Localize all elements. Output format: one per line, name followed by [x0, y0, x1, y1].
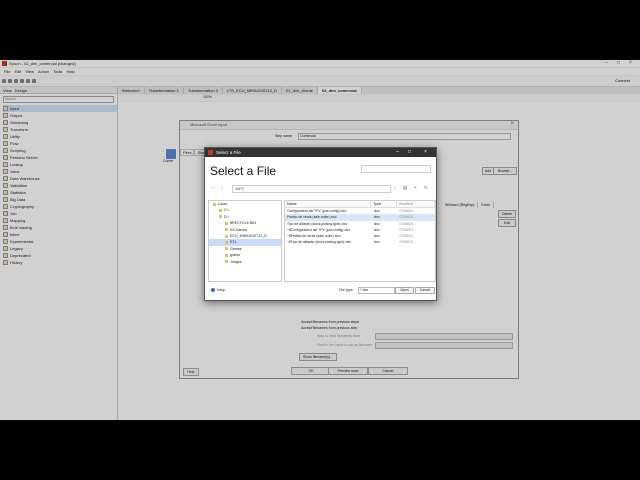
drive-icon: [219, 215, 222, 219]
folder-icon: [225, 253, 228, 257]
select-file-heading: Select a File: [210, 164, 277, 178]
folder-icon: [225, 228, 228, 232]
select-file-window-title: Select a File: [216, 150, 241, 155]
help-link[interactable]: Help: [211, 288, 225, 292]
new-folder-icon[interactable]: ▤: [403, 185, 407, 191]
file-name-cell: ~$Tipo de albarán (stock.picking.type).x…: [287, 240, 352, 245]
select-file-footer: Help File type: *.xlsx Open Cancel: [205, 286, 436, 296]
file-type-select[interactable]: *.xlsx: [358, 287, 395, 294]
folder-icon: [225, 241, 228, 245]
select-file-titlebar: Select a File – □ ×: [205, 148, 436, 157]
file-list-header: Name Type Modified: [285, 201, 435, 208]
file-type-cell: xlsx: [373, 240, 380, 245]
folder-icon: [225, 221, 228, 225]
file-modified-cell: 07/06/24 ...: [399, 240, 417, 245]
file-row[interactable]: ~$Tipo de albarán (stock.picking.type).x…: [285, 239, 435, 245]
folder-tree-item-label: Juegos: [230, 259, 242, 264]
delete-icon[interactable]: ×: [414, 185, 417, 190]
minimize-icon[interactable]: –: [396, 149, 399, 155]
open-button[interactable]: Open: [395, 287, 414, 294]
drive-icon: [219, 209, 222, 213]
select-file-dialog: Select a File – □ × Select a File ‹ › \\…: [204, 147, 437, 301]
folder-icon: [225, 260, 228, 264]
help-icon: [211, 288, 215, 292]
file-list: Name Type Modified Configuración del TPV…: [284, 200, 436, 282]
back-arrow-icon[interactable]: ‹: [212, 185, 214, 191]
refresh-icon[interactable]: ↻: [424, 185, 428, 191]
cancel-button[interactable]: Cancel: [415, 287, 435, 294]
folder-icon: [225, 247, 228, 251]
folder-tree-item-label: D:\: [224, 214, 229, 219]
help-label: Help: [217, 288, 225, 292]
up-folder-icon[interactable]: ↑: [393, 185, 395, 190]
folder-icon: [225, 234, 228, 238]
folder-tree-item[interactable]: Juegos: [209, 259, 281, 265]
maximize-icon[interactable]: □: [408, 149, 411, 155]
computer-icon: [213, 202, 216, 206]
name-column-header[interactable]: Name: [285, 201, 372, 207]
spoon-logo-icon: [208, 150, 213, 155]
path-input[interactable]: \\APV: [232, 185, 391, 193]
file-type-label: File type:: [339, 288, 354, 292]
type-column-header[interactable]: Type: [371, 201, 398, 207]
modified-column-header[interactable]: Modified: [397, 201, 435, 207]
folder-tree: Local C:\ D:\ $RECYCLE.BIN EA Games ECU_MIRAG…: [208, 200, 282, 282]
close-icon[interactable]: ×: [424, 149, 427, 155]
file-filter-select[interactable]: [361, 165, 431, 173]
forward-arrow-icon[interactable]: ›: [221, 185, 223, 191]
